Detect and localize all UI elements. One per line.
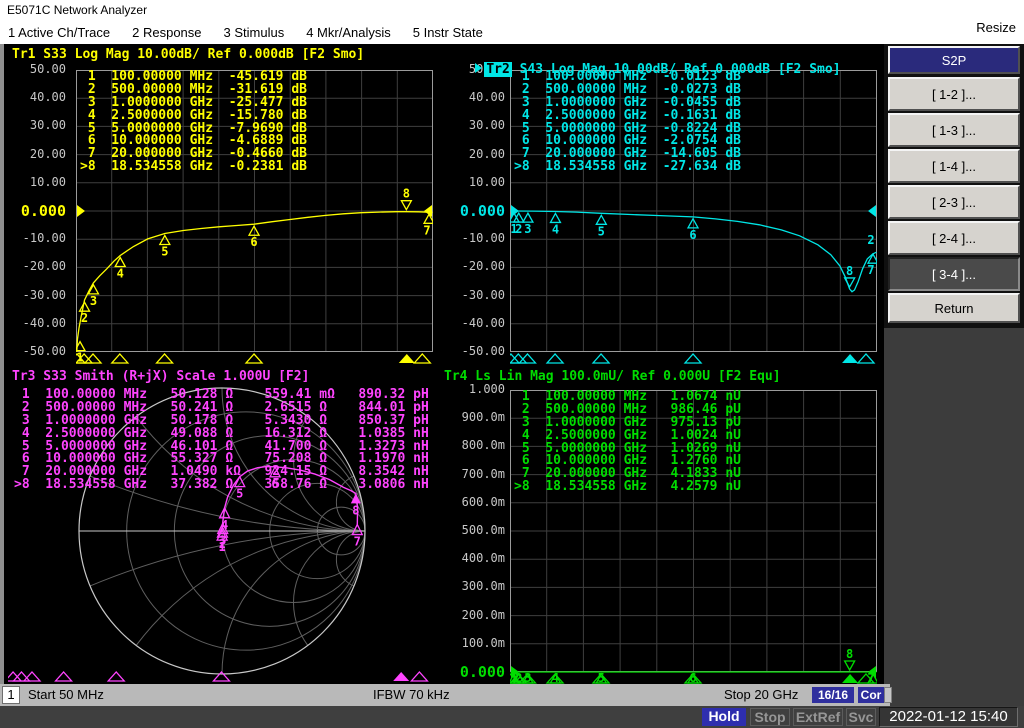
tr2-scale-label: -50.00 (461, 344, 505, 358)
status-bar: 1 Start 50 MHz IFBW 70 kHz Stop 20 GHz 1… (0, 684, 892, 706)
tr2-scale-label: 10.00 (468, 174, 505, 189)
softkey-1-4[interactable]: [ 1-4 ]... (888, 149, 1020, 183)
tr2-scale-label: 20.00 (468, 146, 505, 161)
tr2-scale-label: -30.00 (461, 287, 505, 302)
softkey-s2p[interactable]: S2P (888, 46, 1020, 74)
tr1-scale-label: -20.00 (22, 259, 66, 274)
svg-text:2: 2 (81, 311, 88, 325)
softkey-2-4[interactable]: [ 2-4 ]... (888, 221, 1020, 255)
extref-indicator: ExtRef (793, 708, 843, 726)
svg-text:1: 1 (219, 540, 226, 554)
menu-item-3[interactable]: 3 Stimulus (224, 25, 285, 40)
active-trace-arrow-icon (475, 63, 483, 73)
tr2-scale-label: 0.000 (459, 202, 505, 220)
softkey-return[interactable]: Return (888, 293, 1020, 323)
tr3-marker-table: 1 100.00000 MHz 50.128 Ω 559.41 mΩ 890.3… (14, 388, 429, 493)
tr1-scale-label: 30.00 (29, 118, 66, 133)
svg-text:8: 8 (403, 187, 410, 201)
sidebar-lower-panel (884, 328, 1024, 706)
tr1-scale-label: -10.00 (22, 231, 66, 246)
channel-indicator: 1 (2, 686, 20, 704)
menu-bar: 1 Active Ch/Trace 2 Response 3 Stimulus 4 M… (0, 20, 1024, 44)
tr1-scale-label: -50.00 (22, 344, 66, 358)
tr4-scale-label: 900.0m (461, 410, 505, 425)
softkey-sidebar: S2P [ 1-2 ]...[ 1-3 ]...[ 1-4 ]...[ 2-3 ]… (884, 44, 1024, 706)
tr1-marker-table: 1 100.00000 MHz -45.619 dB 2 500.00000 M… (80, 70, 307, 175)
tr2-scale-label: -40.00 (461, 315, 505, 330)
svg-text:4: 4 (552, 222, 559, 236)
tr1-scale-label: 20.00 (29, 146, 66, 161)
softkey-3-4[interactable]: [ 3-4 ]... (888, 257, 1020, 291)
svg-text:6: 6 (689, 228, 696, 242)
tr2-title: Tr2 S43 Log Mag 10.00dB/ Ref 0.000dB [F2… (444, 47, 841, 77)
tr4-scale-label: 800.0m (461, 438, 505, 453)
tr3-marker-row: >8 18.534558 GHz 37.382 Ω 358.76 Ω 3.080… (14, 477, 429, 493)
tr4-scale-label: 400.0m (461, 551, 505, 566)
tr4-scale-label: 200.0m (461, 607, 505, 622)
tr2-scale-label: 30.00 (468, 118, 505, 133)
svg-text:6: 6 (250, 235, 257, 249)
window-title: E5071C Network Analyzer (0, 0, 1024, 20)
svg-text:3: 3 (90, 294, 97, 308)
start-frequency-label: Start 50 MHz (28, 687, 104, 702)
softkey-1-3[interactable]: [ 1-3 ]... (888, 113, 1020, 147)
tr4-scale-label: 0.000 (459, 663, 505, 681)
softkey-2-3[interactable]: [ 2-3 ]... (888, 185, 1020, 219)
correction-badge: Cor (858, 687, 884, 703)
tr2-marker-row: >8 18.534558 GHz -27.634 dB (514, 159, 741, 175)
tr4-scale-label: 600.0m (461, 494, 505, 509)
left-edge-strip (0, 44, 4, 706)
menu-item-4[interactable]: 4 Mkr/Analysis (306, 25, 391, 40)
tr4-scale-label: 300.0m (461, 579, 505, 594)
tr3-title: Tr3 S33 Smith (R+jX) Scale 1.000U [F2] (12, 369, 310, 384)
instrument-status-bar: Hold Stop ExtRef Svc 2022-01-12 15:40 (0, 706, 1024, 728)
svg-text:7: 7 (423, 223, 430, 237)
svg-text:4: 4 (117, 266, 124, 280)
svg-text:8: 8 (846, 264, 853, 278)
tr2-active-badge: Tr2 (484, 62, 512, 77)
tr2-marker-table: 1 100.00000 MHz -0.0123 dB 2 500.00000 M… (514, 70, 741, 175)
tr1-scale-label: -40.00 (22, 315, 66, 330)
hold-indicator: Hold (702, 708, 746, 726)
datetime-display: 2022-01-12 15:40 (879, 707, 1018, 727)
tr1-scale-label: 50.00 (29, 62, 66, 76)
ifbw-label: IFBW 70 kHz (373, 687, 450, 702)
resize-button[interactable]: Resize (976, 20, 1016, 44)
svg-text:8: 8 (846, 647, 853, 661)
svg-text:5: 5 (598, 224, 605, 238)
tr4-scale-label: 500.0m (461, 523, 505, 537)
tr1-title: Tr1 S33 Log Mag 10.00dB/ Ref 0.000dB [F2… (12, 47, 365, 62)
svg-text:8: 8 (352, 503, 359, 517)
svg-text:7: 7 (354, 535, 361, 549)
points-badge: 16/16 (812, 687, 854, 703)
tr4-marker-row: >8 18.534558 GHz 4.2579 nU (514, 479, 741, 495)
tr4-title: Tr4 Ls Lin Mag 100.0mU/ Ref 0.000U [F2 E… (444, 369, 781, 384)
tr2-title-text: S43 Log Mag 10.00dB/ Ref 0.000dB [F2 Smo… (511, 62, 841, 77)
instrument-screen: E5071C Network Analyzer 1 Active Ch/Trac… (0, 0, 1024, 728)
svg-text:2: 2 (867, 233, 874, 247)
softkey-1-2[interactable]: [ 1-2 ]... (888, 77, 1020, 111)
tr2-scale-label: -10.00 (461, 231, 505, 246)
svg-text:5: 5 (161, 244, 168, 258)
tr4-scale-label: 100.0m (461, 635, 505, 650)
tr2-scale-label: 40.00 (468, 90, 505, 105)
menu-item-2[interactable]: 2 Response (132, 25, 201, 40)
svg-text:3: 3 (524, 222, 531, 236)
stop-frequency-label: Stop 20 GHz (724, 687, 799, 702)
tr1-marker-row: >8 18.534558 GHz -0.2381 dB (80, 159, 307, 175)
tr1-scale-label: 40.00 (29, 90, 66, 105)
tr1-scale-label: 10.00 (29, 174, 66, 189)
tr4-marker-table: 1 100.00000 MHz 1.0674 nU 2 500.00000 MH… (514, 390, 741, 495)
tr1-scale-label: -30.00 (22, 287, 66, 302)
svg-text:7: 7 (867, 263, 874, 277)
tr4-scale-label: 700.0m (461, 466, 505, 481)
status-empty-cell (884, 687, 892, 703)
menu-item-1[interactable]: 1 Active Ch/Trace (8, 25, 110, 40)
menu-item-5[interactable]: 5 Instr State (413, 25, 483, 40)
svg-text:2: 2 (515, 222, 522, 236)
stop-indicator: Stop (750, 708, 790, 726)
tr1-scale-label: 0.000 (20, 202, 66, 220)
tr2-scale-label: -20.00 (461, 259, 505, 274)
svc-indicator: Svc (846, 708, 876, 726)
